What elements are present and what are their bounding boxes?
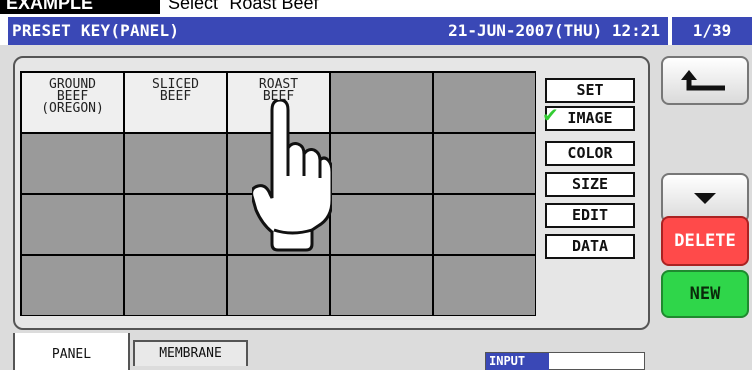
example-tag: EXAMPLE (0, 0, 160, 14)
example-text: Select "Roast Beef" (168, 0, 325, 13)
preset-key[interactable] (434, 73, 535, 132)
delete-button[interactable]: DELETE (661, 216, 749, 266)
preset-key[interactable] (331, 73, 432, 132)
input-field[interactable]: INPUT (485, 352, 645, 370)
preset-key[interactable] (434, 195, 535, 254)
example-caption: EXAMPLE Select "Roast Beef" (0, 0, 752, 14)
color-button[interactable]: COLOR (545, 141, 635, 166)
preset-key[interactable] (125, 134, 226, 193)
preset-key[interactable] (125, 195, 226, 254)
preset-key[interactable]: SLICED BEEF (125, 73, 226, 132)
preset-key[interactable] (331, 256, 432, 315)
set-button[interactable]: SET (545, 78, 635, 103)
date-time: 21-JUN-2007(THU) 12:21 (448, 21, 660, 40)
size-button[interactable]: SIZE (545, 172, 635, 197)
data-button[interactable]: DATA (545, 234, 635, 259)
preset-key[interactable] (434, 256, 535, 315)
preset-key[interactable] (331, 134, 432, 193)
screen-title: PRESET KEY(PANEL) (12, 21, 180, 40)
input-label: INPUT (486, 353, 549, 370)
preset-key[interactable] (434, 134, 535, 193)
hand-pointer-icon (252, 100, 332, 252)
title-bar: PRESET KEY(PANEL) 21-JUN-2007(THU) 12:21 (8, 17, 668, 45)
preset-key[interactable] (22, 134, 123, 193)
preset-key[interactable] (125, 256, 226, 315)
preset-key[interactable] (228, 256, 329, 315)
new-button[interactable]: NEW (661, 270, 749, 318)
back-button[interactable] (661, 56, 749, 105)
preset-key[interactable] (22, 195, 123, 254)
edit-button[interactable]: EDIT (545, 203, 635, 228)
tab-panel[interactable]: PANEL (13, 333, 130, 370)
check-icon: ✔ (542, 103, 559, 127)
page-indicator: 1/39 (672, 17, 752, 45)
tab-membrane[interactable]: MEMBRANE (133, 340, 248, 366)
back-arrow-icon (681, 70, 725, 91)
preset-key[interactable] (22, 256, 123, 315)
preset-key[interactable] (331, 195, 432, 254)
preset-key[interactable]: GROUND BEEF (OREGON) (22, 73, 123, 132)
preset-key-label: SLICED BEEF (152, 77, 199, 104)
preset-key-label: GROUND BEEF (OREGON) (41, 77, 104, 116)
down-triangle-icon (694, 193, 716, 204)
